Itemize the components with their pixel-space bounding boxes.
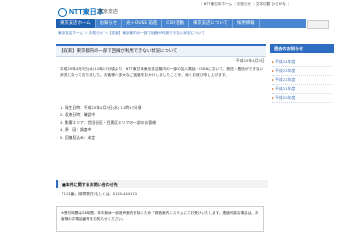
top-links[interactable]: ｜NTT東日本ホーム ｜お知らせ ｜文字切替 ひらがな ｜ (200, 2, 290, 7)
detail-item: 4. 原 因：調査中 (60, 127, 92, 133)
article-body: 平成25年4月3日(水)11時17分頃より、NTT東日本東京支店管内の一部の加入… (60, 67, 264, 78)
detail-item: 3. 影響エリア：世田谷区・目黒区エリアの一部のお客様 (60, 119, 156, 125)
article-title: 【収束】東京都内の一部で回線が利用できない状況について (59, 49, 178, 54)
ntt-logo[interactable]: NTT東日本 (58, 7, 104, 17)
detail-item: 5. 回復見込み：未定 (60, 134, 96, 140)
nav-hikari[interactable]: 光＋OUSE 前進 (122, 19, 163, 28)
global-nav: 東京支店ホーム お知らせ 光＋OUSE 前進 CSR活動 東京支店について 採用… (56, 19, 306, 28)
article-date: 平成25年4月3日 (236, 58, 265, 63)
branch-name: 東京支店 (98, 9, 119, 15)
article-details: 1. 発生日時：平成25年4月3日(水) 11時17分頃 2. 収束日時：確認中… (60, 104, 264, 141)
ntt-logo-icon (58, 7, 67, 17)
sidebar-heading: 過去のお知らせ (274, 46, 304, 51)
article-title-bar: 【収束】東京都内の一部で回線が利用できない状況について (56, 44, 266, 57)
nav-recruit[interactable]: 採用情報 (233, 19, 260, 28)
sidebar-item-h24[interactable]: 平成24年度 (272, 58, 332, 67)
detail-item: 1. 発生日時：平成25年4月3日(水) 11時17分頃 (60, 105, 142, 110)
contact-heading: ■本件に関するお問い合わせ先 (62, 181, 118, 187)
contact-note: ※受付時間は24時間、年中無休一部音声案内を除くため「録音案内システムにてお受け… (56, 206, 264, 232)
contact-text: 「113番」(故障受付)もしくは、0120-444113 (60, 192, 137, 196)
search-input[interactable] (307, 20, 329, 29)
sidebar-item-h20[interactable]: 平成20年度 (272, 94, 332, 103)
sidebar-heading-bar: 過去のお知らせ (270, 44, 334, 53)
nav-about[interactable]: 東京支店について (189, 19, 233, 28)
nav-news[interactable]: お知らせ (96, 19, 123, 28)
detail-item: 2. 収束日時：確認中 (60, 112, 96, 118)
nav-home[interactable]: 東京支店ホーム (56, 19, 96, 28)
breadcrumb[interactable]: 東京支店ホーム ＞ お知らせ ＞【収束】東京都内の一部で回線が利用できない状況に… (58, 31, 205, 36)
nav-csr[interactable]: CSR活動 (162, 19, 189, 28)
contact-heading-bar: ■本件に関するお問い合わせ先 (56, 180, 268, 188)
sidebar-item-h23[interactable]: 平成23年度 (272, 67, 332, 76)
sidebar-list: 平成24年度 平成23年度 平成22年度 平成21年度 平成20年度 (272, 58, 332, 103)
sidebar-item-h22[interactable]: 平成22年度 (272, 76, 332, 85)
sidebar-item-h21[interactable]: 平成21年度 (272, 85, 332, 94)
